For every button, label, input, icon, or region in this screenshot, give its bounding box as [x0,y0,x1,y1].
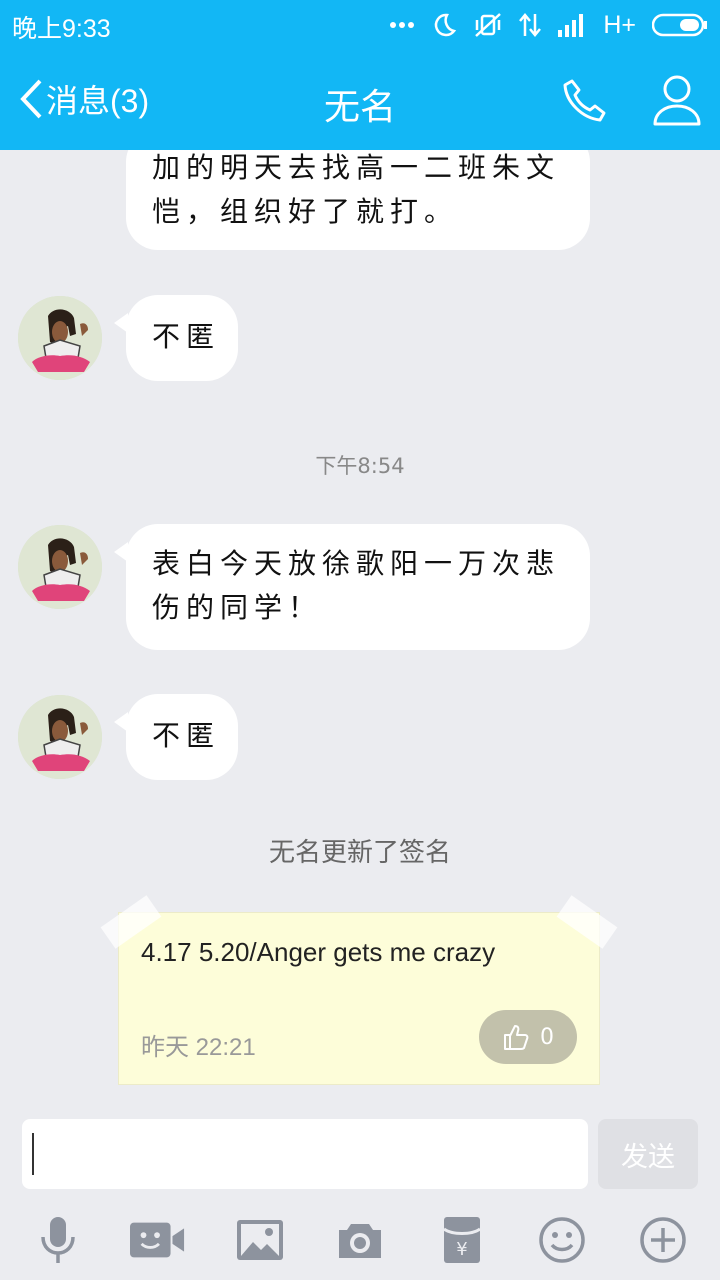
svg-text:¥: ¥ [456,1239,467,1260]
profile-icon[interactable] [652,72,702,128]
message-bubble[interactable]: 加的明天去找高一二班朱文恺，组织好了就打。 [126,150,590,250]
message-text: 不匿 [152,320,221,353]
like-count: 0 [540,1024,554,1050]
red-packet-icon: ¥ [444,1217,480,1263]
status-bar: 晚上9:33 H+ [0,0,720,50]
image-icon [237,1220,283,1260]
like-button[interactable]: 0 [479,1010,577,1064]
moon-icon [435,13,457,37]
message-bubble[interactable]: 不匿 [114,694,238,780]
vibrate-off-icon [475,13,502,37]
microphone-icon [41,1217,75,1263]
video-icon [130,1222,185,1258]
signature-date: 昨天 22:21 [141,1034,256,1061]
plus-icon [640,1217,686,1263]
video-button[interactable] [130,1212,186,1268]
chat-area[interactable]: 加的明天去找高一二班朱文恺，组织好了就打。 不匿 下午8:54 表白今天放徐歌阳… [0,150,720,1100]
signature-text: 4.17 5.20/Anger gets me crazy [141,937,496,967]
camera-icon [339,1224,381,1258]
avatar[interactable] [18,695,102,779]
send-button[interactable]: 发送 [598,1119,698,1189]
message-text: 不匿 [152,719,221,752]
data-arrows-icon [519,13,542,37]
avatar-image [18,525,102,609]
status-time: 晚上9:33 [12,15,111,43]
message-input[interactable] [22,1119,588,1189]
signature-update-notice: 无名更新了签名 [268,838,451,868]
avatar-image [18,695,102,779]
red-packet-button[interactable]: ¥ [434,1212,490,1268]
more-button[interactable] [635,1212,691,1268]
image-button[interactable] [232,1212,288,1268]
message-text: 表白今天放徐歌阳一万次悲伤的同学！ [152,547,561,624]
emoji-button[interactable] [534,1212,590,1268]
tape-decoration [556,895,618,949]
message-timestamp: 下午8:54 [315,454,405,478]
thumbs-up-icon [504,1025,529,1050]
signature-card[interactable]: 4.17 5.20/Anger gets me crazy 昨天 22:21 0 [100,895,618,1085]
message-text: 加的明天去找高一二班朱文恺，组织好了就打。 [152,151,561,228]
text-caret [32,1133,34,1175]
chat-header: 消息(3) 无名 [0,50,720,150]
chat-toolbar: ¥ [0,1200,720,1280]
microphone-button[interactable] [30,1212,86,1268]
network-type: H+ [603,10,636,39]
avatar[interactable] [18,296,102,380]
camera-button[interactable] [332,1212,388,1268]
avatar-image [18,296,102,380]
avatar[interactable] [18,525,102,609]
phone-icon[interactable] [560,76,610,126]
more-dots-icon [390,22,415,28]
signal-icon [558,14,584,37]
message-bubble[interactable]: 不匿 [114,295,238,381]
input-bar: 发送 [0,1100,720,1200]
message-bubble[interactable]: 表白今天放徐歌阳一万次悲伤的同学！ [114,524,590,650]
emoji-icon [539,1217,585,1263]
chat-title: 无名 [323,87,396,128]
battery-icon [652,13,707,37]
